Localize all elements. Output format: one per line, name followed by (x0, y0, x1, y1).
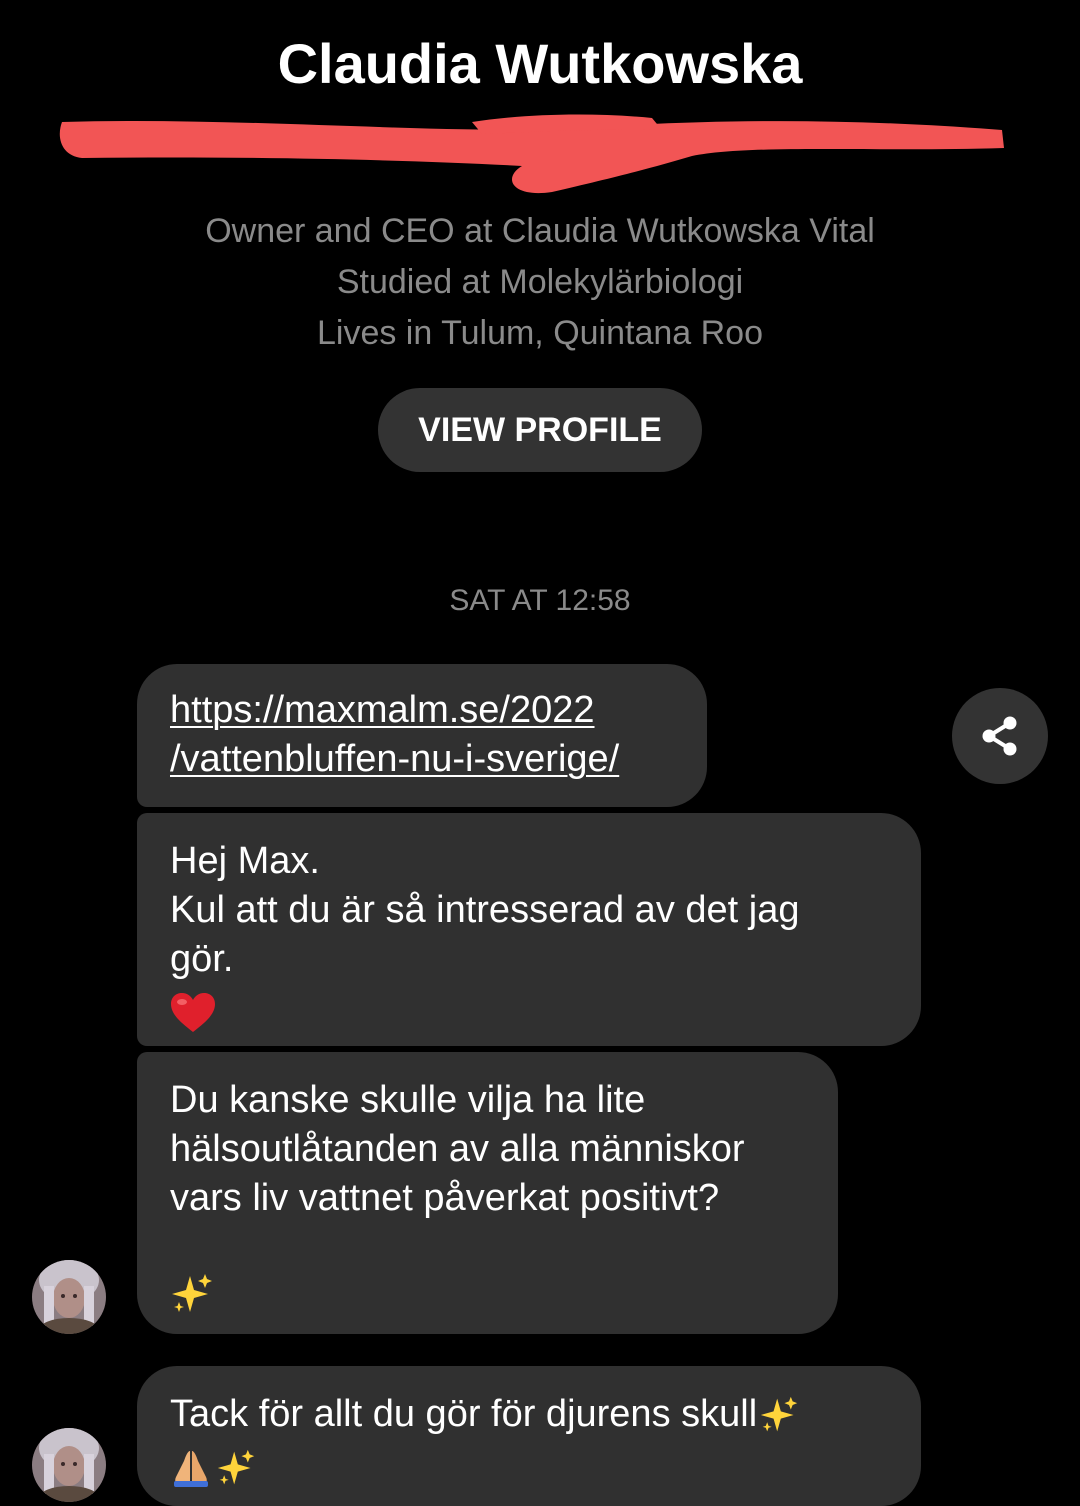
message-text-line: Kul att du är så intresserad av det jag (170, 889, 800, 931)
view-profile-button[interactable]: VIEW PROFILE (378, 388, 702, 472)
message-text-line: Tack för allt du gör för djurens skull (170, 1393, 758, 1435)
message-text-line: vars liv vattnet påverkat positivt? (170, 1177, 720, 1219)
message-link-line-2[interactable]: /vattenbluffen-nu-i-sverige/ (170, 738, 619, 780)
message-timestamp: SAT AT 12:58 (449, 584, 631, 617)
message-link-line-1[interactable]: https://maxmalm.se/2022 (170, 689, 595, 731)
profile-details: Owner and CEO at Claudia Wutkowska Vital… (0, 206, 1080, 359)
profile-education: Studied at Molekylärbiologi (336, 263, 744, 301)
profile-work: Owner and CEO at Claudia Wutkowska Vital (205, 212, 875, 250)
message-bubble[interactable]: Du kanske skulle vilja ha lite hälsoutlå… (137, 1052, 838, 1334)
sparkles-icon (760, 1396, 798, 1431)
red-heart-icon (171, 993, 215, 1032)
message-bubble[interactable]: Hej Max. Kul att du är så intresserad av… (137, 813, 921, 1046)
avatar[interactable] (32, 1428, 106, 1502)
avatar-image (32, 1260, 106, 1334)
profile-location: Lives in Tulum, Quintana Roo (316, 314, 764, 352)
avatar-image (32, 1428, 106, 1502)
share-button[interactable] (952, 688, 1048, 784)
message-bubble[interactable]: Tack för allt du gör för djurens skull (137, 1366, 921, 1506)
sparkles-icon (172, 1274, 212, 1312)
message-text-line: Hej Max. (170, 840, 320, 882)
message-text-line: Du kanske skulle vilja ha lite (170, 1079, 646, 1121)
message-text-line: hälsoutlåtanden av alla människor (170, 1128, 745, 1170)
folded-hands-icon (174, 1451, 208, 1487)
avatar[interactable] (32, 1260, 106, 1334)
share-icon (982, 716, 1017, 756)
redaction-scribble (59, 114, 1004, 194)
message-bubble-link[interactable]: https://maxmalm.se/2022 /vattenbluffen-n… (137, 664, 707, 807)
profile-name: Claudia Wutkowska (277, 32, 803, 95)
message-text-line: gör. (170, 938, 234, 980)
sparkles-icon (217, 1449, 255, 1485)
